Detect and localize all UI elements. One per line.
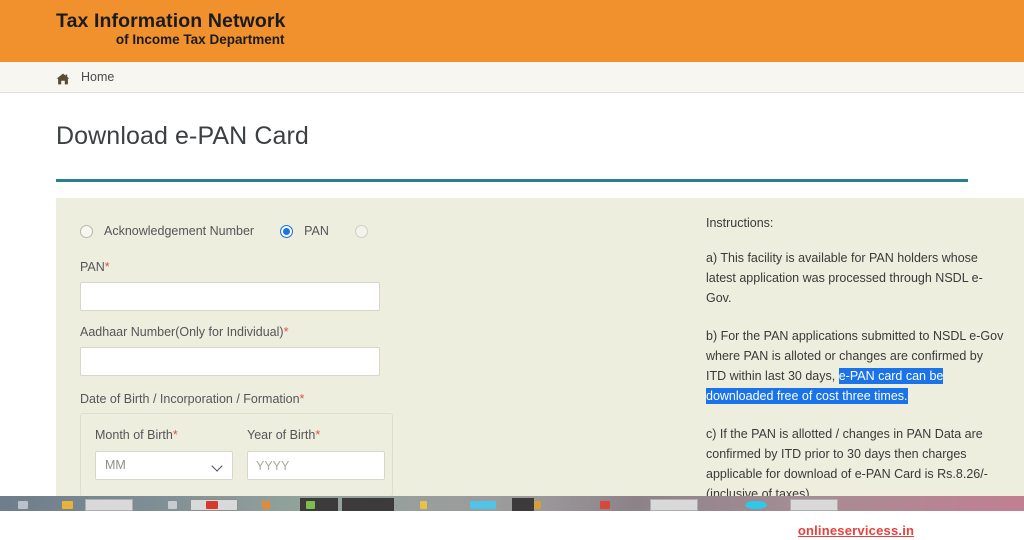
date-of-birth-required-mark: * [300,392,305,406]
radio-label-acknowledgement-number: Acknowledgement Number [104,224,254,238]
radio-option-acknowledgement-number[interactable]: Acknowledgement Number [80,224,254,238]
taskbar-icon-7[interactable] [420,501,427,509]
radio-option-pan[interactable]: PAN [280,224,329,238]
form-column: Acknowledgement Number PAN PAN* Aadhaar … [56,198,706,496]
form-panel: Acknowledgement Number PAN PAN* Aadhaar … [56,198,1024,496]
title-divider [56,179,968,182]
month-of-birth-required-mark: * [173,428,178,442]
page-title: Download e-PAN Card [56,122,309,151]
os-taskbar[interactable] [0,496,1024,511]
date-of-birth-legend: Date of Birth / Incorporation / Formatio… [80,392,706,406]
home-icon [56,72,70,84]
instructions-column: Instructions: a) This facility is availa… [706,198,1024,496]
taskbar-icon-5[interactable] [262,501,270,509]
month-of-birth-select-wrap[interactable]: MM [95,451,233,480]
brand-logo: Tax Information Network of Income Tax De… [56,11,285,48]
year-of-birth-input[interactable] [247,451,385,480]
taskbar-icon-11[interactable] [745,501,767,509]
taskbar-button-1[interactable] [85,499,133,511]
taskbar-thumb-3[interactable] [512,498,534,511]
taskbar-icon-9[interactable] [534,501,541,509]
aadhaar-required-mark: * [284,325,289,339]
site-header: Tax Information Network of Income Tax De… [0,0,1024,62]
taskbar-icon-2[interactable] [62,501,73,509]
pan-label-text: PAN [80,260,105,274]
breadcrumb-item-home[interactable]: Home [81,70,114,84]
month-of-birth-label: Month of Birth* [95,428,233,442]
radio-indicator-third[interactable] [355,225,368,238]
taskbar-icon-4[interactable] [206,501,218,509]
year-of-birth-required-mark: * [315,428,320,442]
watermark-text: onlineservicess.in [798,523,914,538]
instruction-item-a: a) This facility is available for PAN ho… [706,248,1006,308]
aadhaar-label: Aadhaar Number(Only for Individual)* [80,325,706,339]
pan-input[interactable] [80,282,380,311]
taskbar-button-3[interactable] [650,499,698,511]
pan-label: PAN* [80,260,706,274]
aadhaar-field: Aadhaar Number(Only for Individual)* [74,325,706,376]
taskbar-icon-8[interactable] [470,501,496,509]
date-of-birth-legend-text: Date of Birth / Incorporation / Formatio… [80,392,300,406]
instruction-item-c: c) If the PAN is allotted / changes in P… [706,424,1006,504]
taskbar-thumb-2[interactable] [342,498,394,511]
year-of-birth-label: Year of Birth* [247,428,385,442]
taskbar-icon-6[interactable] [306,501,315,509]
taskbar-button-4[interactable] [790,499,838,511]
page-title-area: Download e-PAN Card [0,93,1024,179]
radio-indicator-pan[interactable] [280,225,293,238]
brand-title: Tax Information Network [56,11,285,32]
instructions-title: Instructions: [706,216,1014,230]
watermark: onlineservicess.in [706,522,1006,540]
taskbar-icon-3[interactable] [168,501,177,509]
taskbar-icon-1[interactable] [18,501,28,509]
aadhaar-input[interactable] [80,347,380,376]
year-of-birth-label-text: Year of Birth [247,428,315,442]
aadhaar-label-text: Aadhaar Number(Only for Individual) [80,325,284,339]
date-of-birth-section: Date of Birth / Incorporation / Formatio… [74,392,706,497]
month-of-birth-label-text: Month of Birth [95,428,173,442]
brand-subtitle: of Income Tax Department [56,33,285,48]
instruction-item-b: b) For the PAN applications submitted to… [706,326,1006,406]
pan-required-mark: * [105,260,110,274]
radio-label-pan: PAN [304,224,329,238]
radio-option-third[interactable] [355,225,379,238]
search-mode-radio-group: Acknowledgement Number PAN [74,216,706,246]
month-of-birth-field: Month of Birth* MM [95,428,233,480]
month-of-birth-select[interactable]: MM [95,451,233,480]
date-of-birth-box: Month of Birth* MM Year of Birth* [80,413,393,497]
year-of-birth-field: Year of Birth* [247,428,385,480]
breadcrumb: Home [0,62,1024,93]
pan-field: PAN* [74,260,706,311]
radio-indicator-acknowledgement-number[interactable] [80,225,93,238]
taskbar-icon-10[interactable] [600,501,610,509]
